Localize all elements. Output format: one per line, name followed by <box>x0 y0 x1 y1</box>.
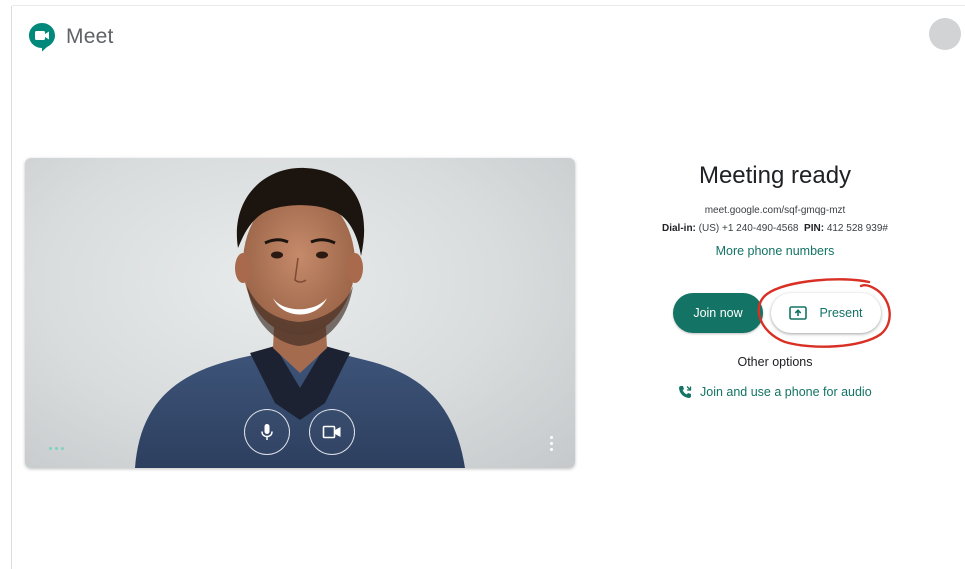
header: Meet <box>28 22 114 52</box>
present-button[interactable]: Present <box>771 293 881 333</box>
meeting-ready-title: Meeting ready <box>698 162 852 189</box>
other-options-heading: Other options <box>737 355 813 369</box>
phone-audio-label: Join and use a phone for audio <box>700 385 872 399</box>
phone-icon <box>679 386 692 398</box>
join-panel: Meeting ready meet.google.com/sqf-gmqg-m… <box>640 160 910 399</box>
camera-icon <box>322 425 341 439</box>
avatar[interactable] <box>929 18 961 50</box>
app-title: Meet <box>66 25 114 48</box>
join-phone-audio-link[interactable]: Join and use a phone for audio <box>678 385 872 399</box>
pin-label: PIN: <box>804 223 825 234</box>
join-now-button[interactable]: Join now <box>673 293 763 333</box>
camera-toggle-button[interactable] <box>309 409 355 455</box>
video-preview <box>25 158 575 468</box>
meeting-url: meet.google.com/sqf-gmqg-mzt <box>704 205 846 216</box>
present-screen-icon <box>789 306 808 320</box>
meet-logo-icon <box>28 22 56 52</box>
dial-in-info: Dial-in: (US) +1 240-490-4568 PIN: 412 5… <box>640 223 910 234</box>
dial-in-label: Dial-in: <box>662 223 696 234</box>
action-buttons: Join now Present <box>673 293 913 335</box>
more-phone-numbers-link[interactable]: More phone numbers <box>716 244 835 258</box>
audio-level-indicator <box>49 447 64 450</box>
microphone-icon <box>261 424 273 440</box>
microphone-toggle-button[interactable] <box>244 409 290 455</box>
dial-in-number: (US) +1 240-490-4568 <box>698 223 799 234</box>
self-view-video <box>135 167 465 468</box>
present-label: Present <box>819 306 863 320</box>
more-vertical-icon[interactable] <box>550 436 553 451</box>
pin-value: 412 528 939# <box>826 223 888 234</box>
